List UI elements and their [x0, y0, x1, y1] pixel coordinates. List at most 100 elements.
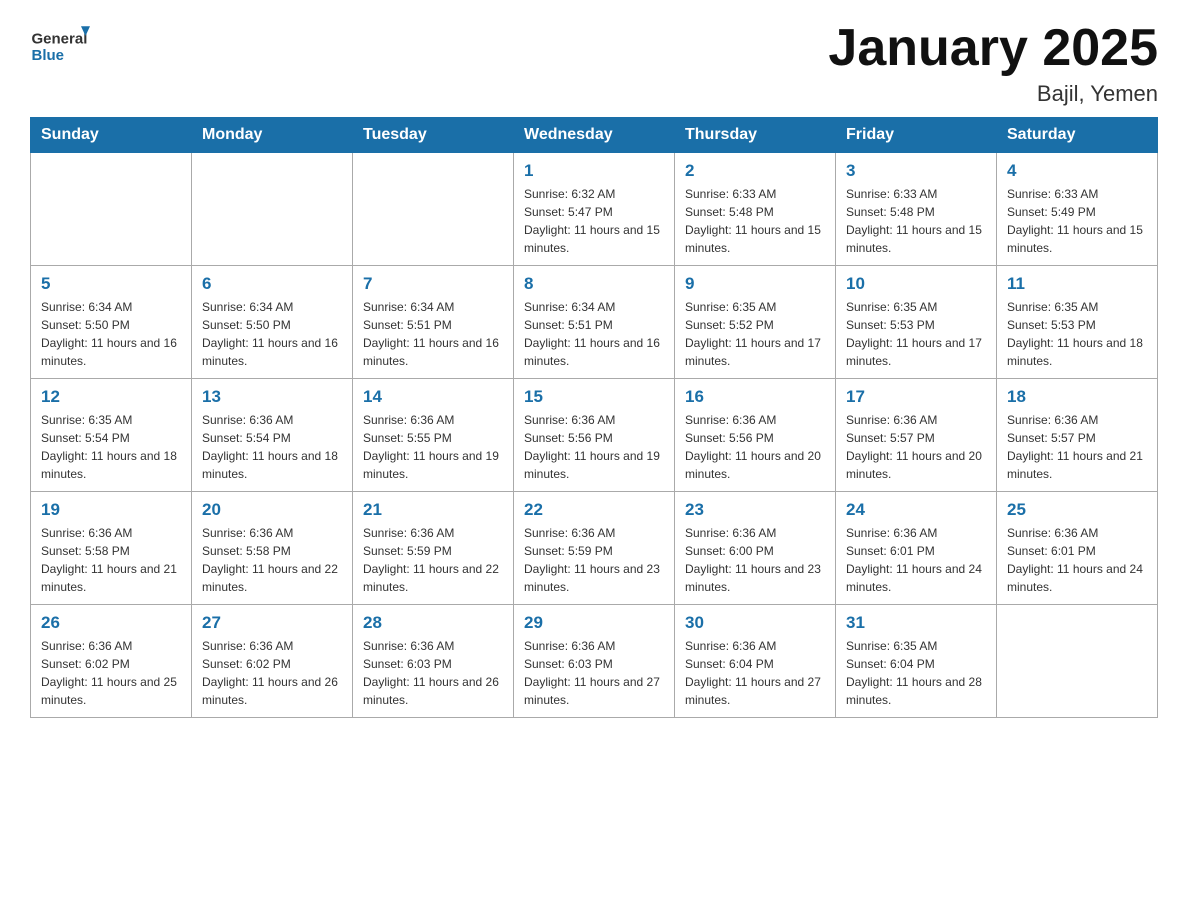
calendar-week-row: 12Sunrise: 6:35 AMSunset: 5:54 PMDayligh… — [31, 379, 1158, 492]
day-number: 30 — [685, 613, 825, 633]
day-info: Sunrise: 6:35 AMSunset: 6:04 PMDaylight:… — [846, 637, 986, 709]
calendar-day-header: Thursday — [675, 118, 836, 153]
day-number: 20 — [202, 500, 342, 520]
calendar-day-cell: 26 Sunrise: 6:36 AMSunset: 6:02 PMDayligh… — [31, 605, 192, 718]
calendar-day-header: Sunday — [31, 118, 192, 153]
calendar-day-cell: 12Sunrise: 6:35 AMSunset: 5:54 PMDayligh… — [31, 379, 192, 492]
day-number: 7 — [363, 274, 503, 294]
calendar-header-row: SundayMondayTuesdayWednesdayThursdayFrid… — [31, 118, 1158, 153]
calendar-day-cell: 10Sunrise: 6:35 AMSunset: 5:53 PMDayligh… — [836, 266, 997, 379]
day-number: 6 — [202, 274, 342, 294]
calendar-day-cell: 4 Sunrise: 6:33 AMSunset: 5:49 PMDaylight… — [997, 153, 1158, 266]
calendar-day-cell: 19Sunrise: 6:36 AMSunset: 5:58 PMDayligh… — [31, 492, 192, 605]
day-number: 9 — [685, 274, 825, 294]
day-number: 28 — [363, 613, 503, 633]
day-number: 29 — [524, 613, 664, 633]
calendar-day-cell: 22 Sunrise: 6:36 AMSunset: 5:59 PMDayligh… — [514, 492, 675, 605]
day-info: Sunrise: 6:34 AMSunset: 5:50 PMDaylight:… — [202, 298, 342, 370]
day-info: Sunrise: 6:33 AMSunset: 5:48 PMDaylight:… — [846, 185, 986, 257]
day-info: Sunrise: 6:36 AMSunset: 6:02 PMDaylight:… — [41, 637, 181, 709]
day-number: 19 — [41, 500, 181, 520]
svg-text:General: General — [32, 31, 88, 48]
calendar-day-header: Wednesday — [514, 118, 675, 153]
day-info: Sunrise: 6:36 AMSunset: 6:03 PMDaylight:… — [524, 637, 664, 709]
day-info: Sunrise: 6:35 AMSunset: 5:52 PMDaylight:… — [685, 298, 825, 370]
calendar-day-header: Monday — [192, 118, 353, 153]
day-number: 11 — [1007, 274, 1147, 294]
day-number: 2 — [685, 161, 825, 181]
calendar-day-cell: 28 Sunrise: 6:36 AMSunset: 6:03 PMDayligh… — [353, 605, 514, 718]
day-number: 5 — [41, 274, 181, 294]
title-area: January 2025 Bajil, Yemen — [828, 20, 1158, 107]
calendar-day-cell: 23Sunrise: 6:36 AMSunset: 6:00 PMDayligh… — [675, 492, 836, 605]
calendar-day-cell: 2 Sunrise: 6:33 AMSunset: 5:48 PMDaylight… — [675, 153, 836, 266]
day-info: Sunrise: 6:33 AMSunset: 5:49 PMDaylight:… — [1007, 185, 1147, 257]
day-info: Sunrise: 6:36 AMSunset: 5:57 PMDaylight:… — [1007, 411, 1147, 483]
calendar-week-row: 5 Sunrise: 6:34 AMSunset: 5:50 PMDaylight… — [31, 266, 1158, 379]
calendar-day-cell: 18 Sunrise: 6:36 AMSunset: 5:57 PMDayligh… — [997, 379, 1158, 492]
day-number: 21 — [363, 500, 503, 520]
day-number: 26 — [41, 613, 181, 633]
day-number: 10 — [846, 274, 986, 294]
day-info: Sunrise: 6:34 AMSunset: 5:51 PMDaylight:… — [524, 298, 664, 370]
calendar-day-cell: 15 Sunrise: 6:36 AMSunset: 5:56 PMDayligh… — [514, 379, 675, 492]
day-number: 3 — [846, 161, 986, 181]
day-number: 17 — [846, 387, 986, 407]
day-number: 15 — [524, 387, 664, 407]
calendar-day-cell: 27 Sunrise: 6:36 AMSunset: 6:02 PMDayligh… — [192, 605, 353, 718]
day-number: 16 — [685, 387, 825, 407]
day-info: Sunrise: 6:36 AMSunset: 6:02 PMDaylight:… — [202, 637, 342, 709]
calendar-day-cell: 20 Sunrise: 6:36 AMSunset: 5:58 PMDayligh… — [192, 492, 353, 605]
day-info: Sunrise: 6:34 AMSunset: 5:50 PMDaylight:… — [41, 298, 181, 370]
page-header: General Blue January 2025 Bajil, Yemen — [30, 20, 1158, 107]
calendar-day-cell: 29 Sunrise: 6:36 AMSunset: 6:03 PMDayligh… — [514, 605, 675, 718]
day-number: 4 — [1007, 161, 1147, 181]
calendar-day-cell: 7 Sunrise: 6:34 AMSunset: 5:51 PMDaylight… — [353, 266, 514, 379]
calendar-day-cell: 14 Sunrise: 6:36 AMSunset: 5:55 PMDayligh… — [353, 379, 514, 492]
calendar-day-cell: 16 Sunrise: 6:36 AMSunset: 5:56 PMDayligh… — [675, 379, 836, 492]
day-number: 14 — [363, 387, 503, 407]
calendar-day-cell: 31Sunrise: 6:35 AMSunset: 6:04 PMDayligh… — [836, 605, 997, 718]
logo-icon: General Blue — [30, 20, 90, 70]
day-info: Sunrise: 6:36 AMSunset: 5:59 PMDaylight:… — [524, 524, 664, 596]
day-info: Sunrise: 6:36 AMSunset: 6:03 PMDaylight:… — [363, 637, 503, 709]
calendar-day-cell: 17 Sunrise: 6:36 AMSunset: 5:57 PMDayligh… — [836, 379, 997, 492]
day-number: 23 — [685, 500, 825, 520]
day-number: 27 — [202, 613, 342, 633]
day-info: Sunrise: 6:35 AMSunset: 5:54 PMDaylight:… — [41, 411, 181, 483]
day-number: 25 — [1007, 500, 1147, 520]
calendar-table: SundayMondayTuesdayWednesdayThursdayFrid… — [30, 117, 1158, 718]
day-number: 18 — [1007, 387, 1147, 407]
calendar-day-header: Tuesday — [353, 118, 514, 153]
logo-area: General Blue — [30, 20, 90, 70]
calendar-week-row: 1Sunrise: 6:32 AMSunset: 5:47 PMDaylight… — [31, 153, 1158, 266]
calendar-day-cell: 1Sunrise: 6:32 AMSunset: 5:47 PMDaylight… — [514, 153, 675, 266]
calendar-day-cell — [353, 153, 514, 266]
calendar-day-cell — [192, 153, 353, 266]
day-info: Sunrise: 6:36 AMSunset: 5:56 PMDaylight:… — [685, 411, 825, 483]
day-number: 22 — [524, 500, 664, 520]
day-info: Sunrise: 6:33 AMSunset: 5:48 PMDaylight:… — [685, 185, 825, 257]
calendar-day-header: Saturday — [997, 118, 1158, 153]
main-title: January 2025 — [828, 20, 1158, 77]
day-info: Sunrise: 6:36 AMSunset: 5:56 PMDaylight:… — [524, 411, 664, 483]
calendar-day-cell: 11 Sunrise: 6:35 AMSunset: 5:53 PMDayligh… — [997, 266, 1158, 379]
day-info: Sunrise: 6:36 AMSunset: 5:59 PMDaylight:… — [363, 524, 503, 596]
calendar-day-cell: 8Sunrise: 6:34 AMSunset: 5:51 PMDaylight… — [514, 266, 675, 379]
calendar-day-cell: 25 Sunrise: 6:36 AMSunset: 6:01 PMDayligh… — [997, 492, 1158, 605]
calendar-day-cell: 24Sunrise: 6:36 AMSunset: 6:01 PMDayligh… — [836, 492, 997, 605]
calendar-day-header: Friday — [836, 118, 997, 153]
day-info: Sunrise: 6:36 AMSunset: 5:57 PMDaylight:… — [846, 411, 986, 483]
day-info: Sunrise: 6:34 AMSunset: 5:51 PMDaylight:… — [363, 298, 503, 370]
day-info: Sunrise: 6:36 AMSunset: 6:04 PMDaylight:… — [685, 637, 825, 709]
day-info: Sunrise: 6:36 AMSunset: 5:55 PMDaylight:… — [363, 411, 503, 483]
day-info: Sunrise: 6:32 AMSunset: 5:47 PMDaylight:… — [524, 185, 664, 257]
calendar-day-cell: 21 Sunrise: 6:36 AMSunset: 5:59 PMDayligh… — [353, 492, 514, 605]
day-info: Sunrise: 6:36 AMSunset: 5:58 PMDaylight:… — [202, 524, 342, 596]
day-info: Sunrise: 6:35 AMSunset: 5:53 PMDaylight:… — [1007, 298, 1147, 370]
day-info: Sunrise: 6:36 AMSunset: 6:01 PMDaylight:… — [1007, 524, 1147, 596]
calendar-day-cell: 13Sunrise: 6:36 AMSunset: 5:54 PMDayligh… — [192, 379, 353, 492]
calendar-week-row: 26 Sunrise: 6:36 AMSunset: 6:02 PMDayligh… — [31, 605, 1158, 718]
day-info: Sunrise: 6:36 AMSunset: 6:01 PMDaylight:… — [846, 524, 986, 596]
subtitle: Bajil, Yemen — [828, 81, 1158, 107]
